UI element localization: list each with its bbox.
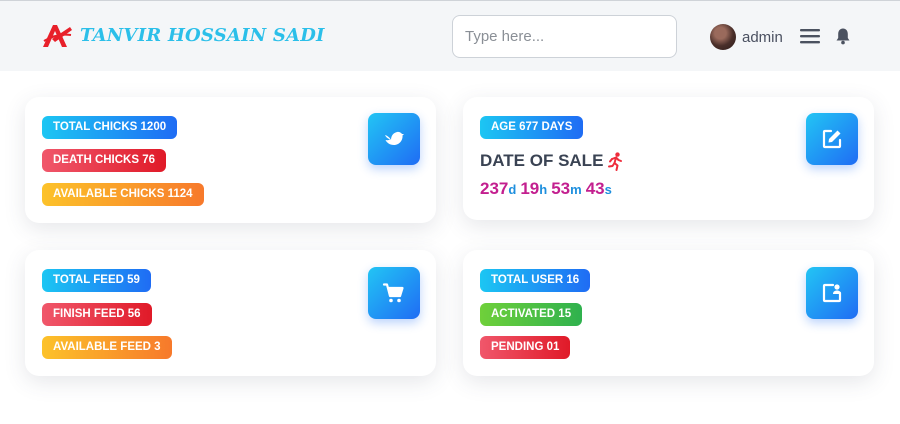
sale-icon-button[interactable] (806, 113, 858, 165)
bird-icon (385, 131, 404, 145)
sale-card: AGE 677 DAYS DATE OF SALE 237d 19h 53m 43s (463, 97, 874, 220)
countdown-minutes: 53 (551, 179, 571, 198)
search-box (452, 15, 677, 58)
total-feed-badge: TOTAL FEED 59 (42, 269, 151, 292)
finish-feed-badge: FINISH FEED 56 (42, 303, 152, 326)
countdown-days: 237 (480, 179, 509, 198)
feed-card: TOTAL FEED 59 FINISH FEED 56 AVAILABLE F… (25, 250, 436, 376)
avatar[interactable] (710, 24, 736, 50)
activated-badge: ACTIVATED 15 (480, 303, 583, 326)
chicks-icon-button[interactable] (368, 113, 420, 165)
total-chicks-badge: TOTAL CHICKS 1200 (42, 116, 178, 139)
user-card-icon (822, 283, 842, 303)
users-card: TOTAL USER 16 ACTIVATED 15 PENDING 01 (463, 250, 874, 376)
countdown-seconds-unit: s (604, 182, 612, 197)
top-navbar: TANVIR HOSSAIN SADI admin (0, 0, 900, 71)
chicks-card: TOTAL CHICKS 1200 DEATH CHICKS 76 AVAILA… (25, 97, 436, 223)
available-chicks-badge: AVAILABLE CHICKS 1124 (42, 183, 204, 206)
age-badge: AGE 677 DAYS (480, 116, 584, 139)
sale-countdown: 237d 19h 53m 43s (480, 179, 616, 199)
brand[interactable]: TANVIR HOSSAIN SADI (40, 21, 325, 49)
brand-logo-icon (43, 25, 72, 47)
pending-badge: PENDING 01 (480, 336, 571, 359)
total-user-badge: TOTAL USER 16 (480, 269, 591, 292)
users-icon-button[interactable] (806, 267, 858, 319)
user-name: admin (742, 28, 783, 46)
countdown-hours-unit: h (539, 182, 548, 197)
user-menu[interactable]: admin (710, 24, 783, 50)
countdown-hours: 19 (520, 179, 540, 198)
countdown-seconds: 43 (585, 179, 605, 198)
available-feed-badge: AVAILABLE FEED 3 (42, 336, 172, 359)
cart-icon (382, 283, 404, 303)
bell-icon[interactable] (835, 27, 851, 45)
death-chicks-badge: DEATH CHICKS 76 (42, 149, 167, 172)
search-input[interactable] (465, 28, 664, 45)
date-of-sale-title: DATE OF SALE (480, 151, 624, 171)
countdown-minutes-unit: m (570, 182, 582, 197)
date-of-sale-label: DATE OF SALE (480, 151, 604, 170)
edit-icon (822, 129, 842, 149)
running-person-icon (608, 151, 623, 171)
countdown-days-unit: d (508, 182, 517, 197)
hamburger-menu-icon[interactable] (800, 28, 820, 44)
feed-icon-button[interactable] (368, 267, 420, 319)
brand-title: TANVIR HOSSAIN SADI (80, 24, 325, 46)
